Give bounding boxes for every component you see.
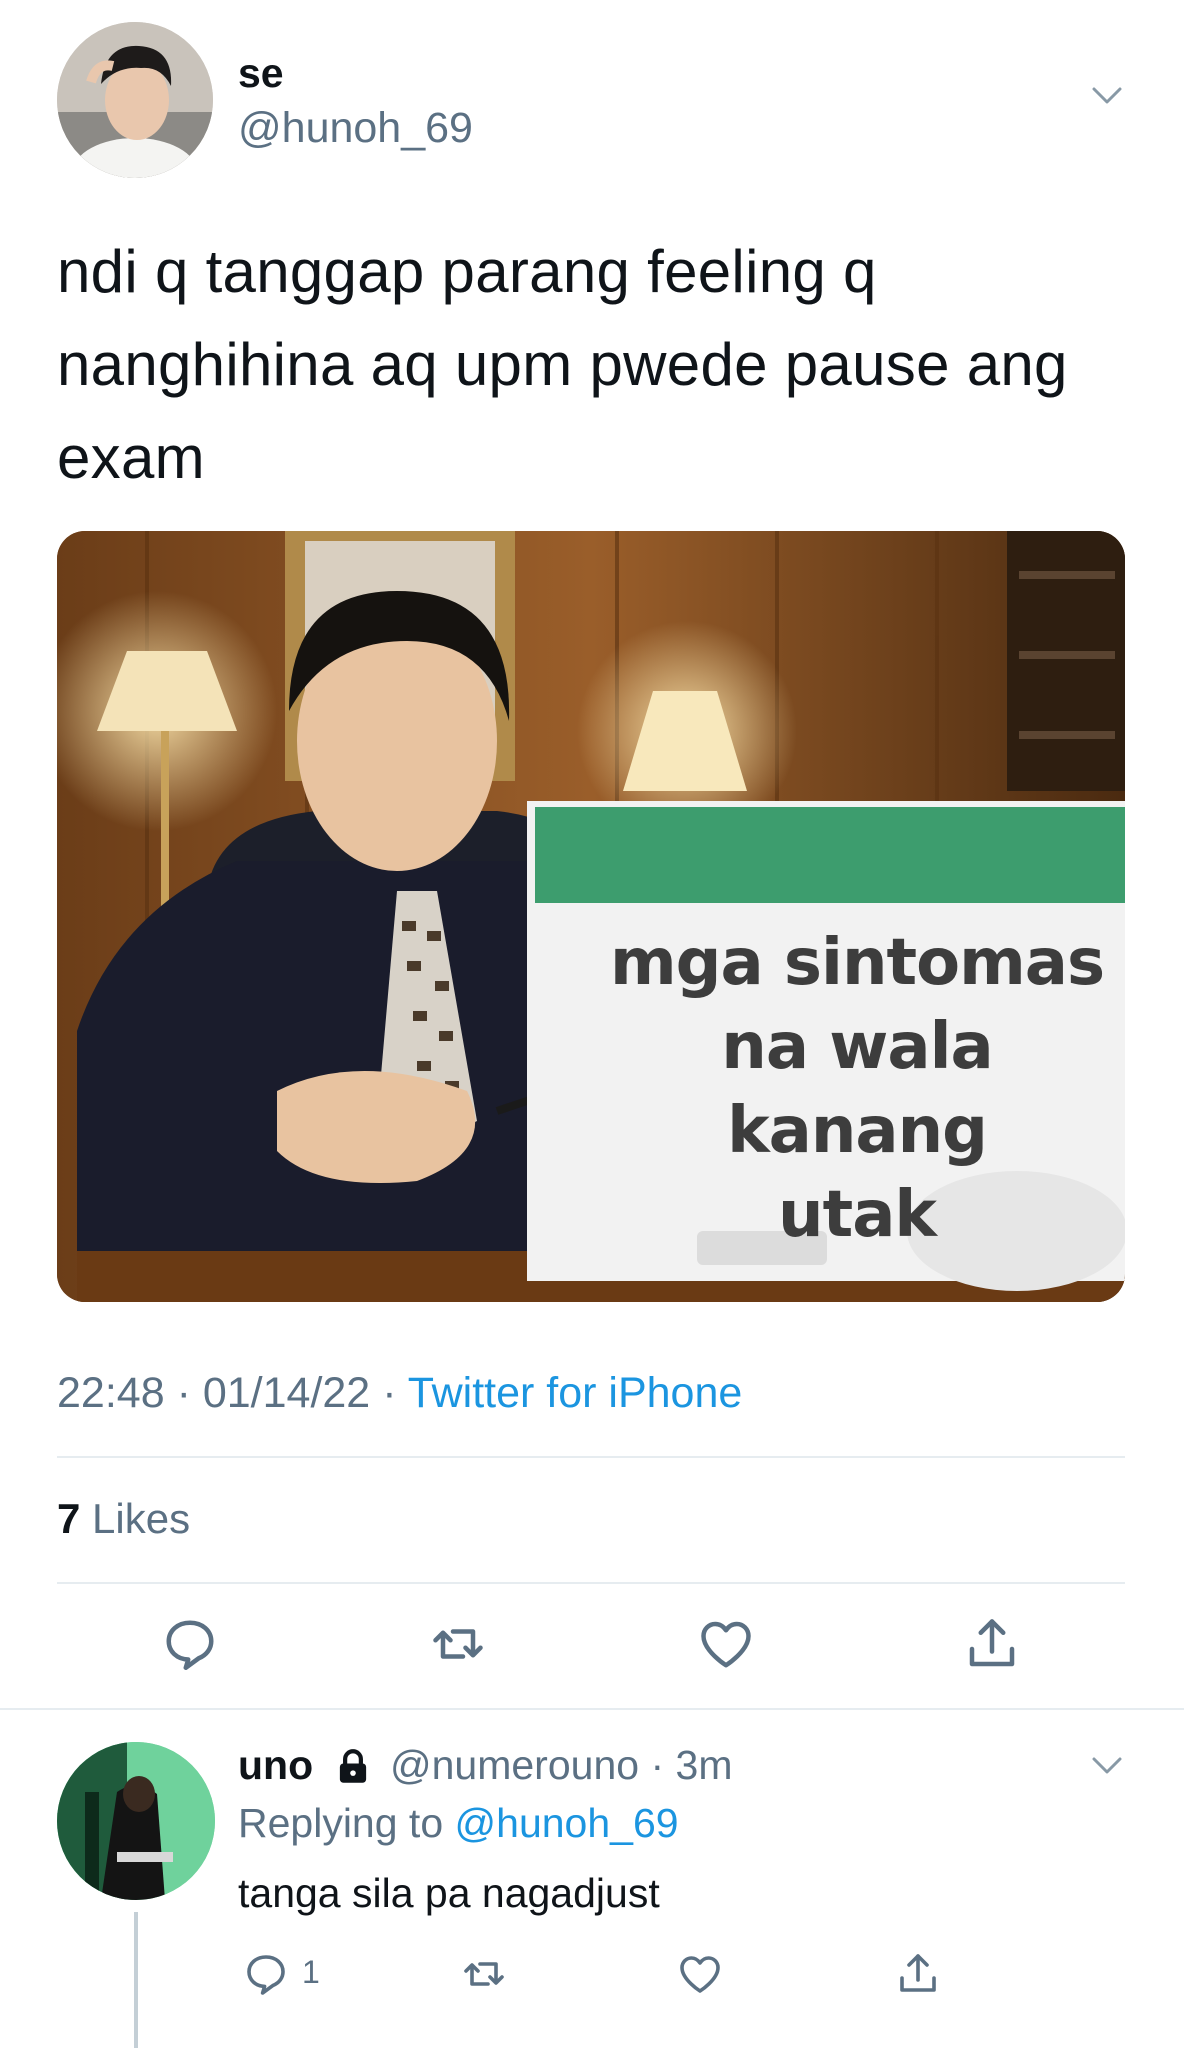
retweet-icon	[433, 1629, 483, 1659]
retweet-button[interactable]	[460, 1950, 508, 1998]
avatar[interactable]	[57, 22, 213, 178]
share-button[interactable]	[894, 1950, 942, 1998]
likes-count[interactable]: 7 Likes	[57, 1495, 190, 1543]
like-button[interactable]	[696, 1614, 756, 1674]
reply-count: 1	[302, 1954, 320, 1990]
heart-icon	[701, 1621, 751, 1668]
divider	[57, 1456, 1125, 1458]
display-name[interactable]: uno	[238, 1742, 313, 1789]
tweet-metadata: 22:48 · 01/14/22 · Twitter for iPhone	[57, 1369, 742, 1418]
reply-button[interactable]	[160, 1614, 220, 1674]
tweet-text-line: ndi q tanggap parang feeling q	[57, 238, 877, 305]
tweet-source-link[interactable]: Twitter for iPhone	[408, 1369, 743, 1417]
replying-to: Replying to @hunoh_69	[238, 1800, 679, 1847]
tweet-image[interactable]: mga sintomas na wala kanang utak	[57, 531, 1125, 1302]
chevron-down-icon[interactable]	[1092, 1756, 1122, 1776]
retweet-button[interactable]	[428, 1614, 488, 1674]
reply-handle-line: @numerouno · 3m	[390, 1742, 732, 1789]
retweet-icon	[464, 1962, 504, 1986]
mention-link[interactable]: @hunoh_69	[455, 1800, 679, 1846]
divider	[0, 1708, 1184, 1710]
replying-prefix: Replying to	[238, 1800, 444, 1846]
share-button[interactable]	[962, 1614, 1022, 1674]
user-handle[interactable]: @numerouno	[390, 1742, 639, 1788]
reply-time: 3m	[675, 1742, 733, 1788]
sign-text-line: mga sintomas	[609, 926, 1105, 1000]
thread-line	[134, 1912, 138, 2048]
tweet-text-line: nanghihina aq upm pwede pause ang	[57, 331, 1068, 398]
tweet-date: 01/14/22	[202, 1369, 371, 1417]
likes-number: 7	[57, 1495, 81, 1542]
tweet-text: ndi q tanggap parang feeling q nanghihin…	[57, 225, 1137, 504]
sign-text-line: na wala kanang	[721, 1010, 993, 1168]
chevron-down-icon[interactable]	[1092, 86, 1122, 106]
lock-icon	[332, 1746, 374, 1788]
heart-icon	[680, 1956, 720, 1993]
sign-text: mga sintomas na wala kanang utak	[587, 921, 1125, 1257]
meta-separator: ·	[650, 1742, 665, 1788]
reply-icon	[247, 1955, 285, 1995]
reply-icon	[166, 1620, 214, 1670]
reply-button[interactable]	[242, 1950, 290, 1998]
user-handle[interactable]: @hunoh_69	[238, 104, 473, 153]
sign-text-line: utak	[778, 1178, 937, 1252]
share-icon	[900, 1954, 936, 1992]
divider	[57, 1582, 1125, 1584]
meta-separator: ·	[382, 1369, 397, 1417]
tweet-time: 22:48	[57, 1369, 165, 1417]
reply-text: tanga sila pa nagadjust	[238, 1870, 660, 1916]
meta-separator: ·	[176, 1369, 191, 1417]
display-name[interactable]: se	[238, 50, 284, 97]
avatar[interactable]	[57, 1742, 215, 1900]
like-button[interactable]	[676, 1950, 724, 1998]
likes-label: Likes	[92, 1495, 191, 1542]
tweet-text-line: exam	[57, 424, 205, 491]
share-icon	[969, 1619, 1015, 1667]
